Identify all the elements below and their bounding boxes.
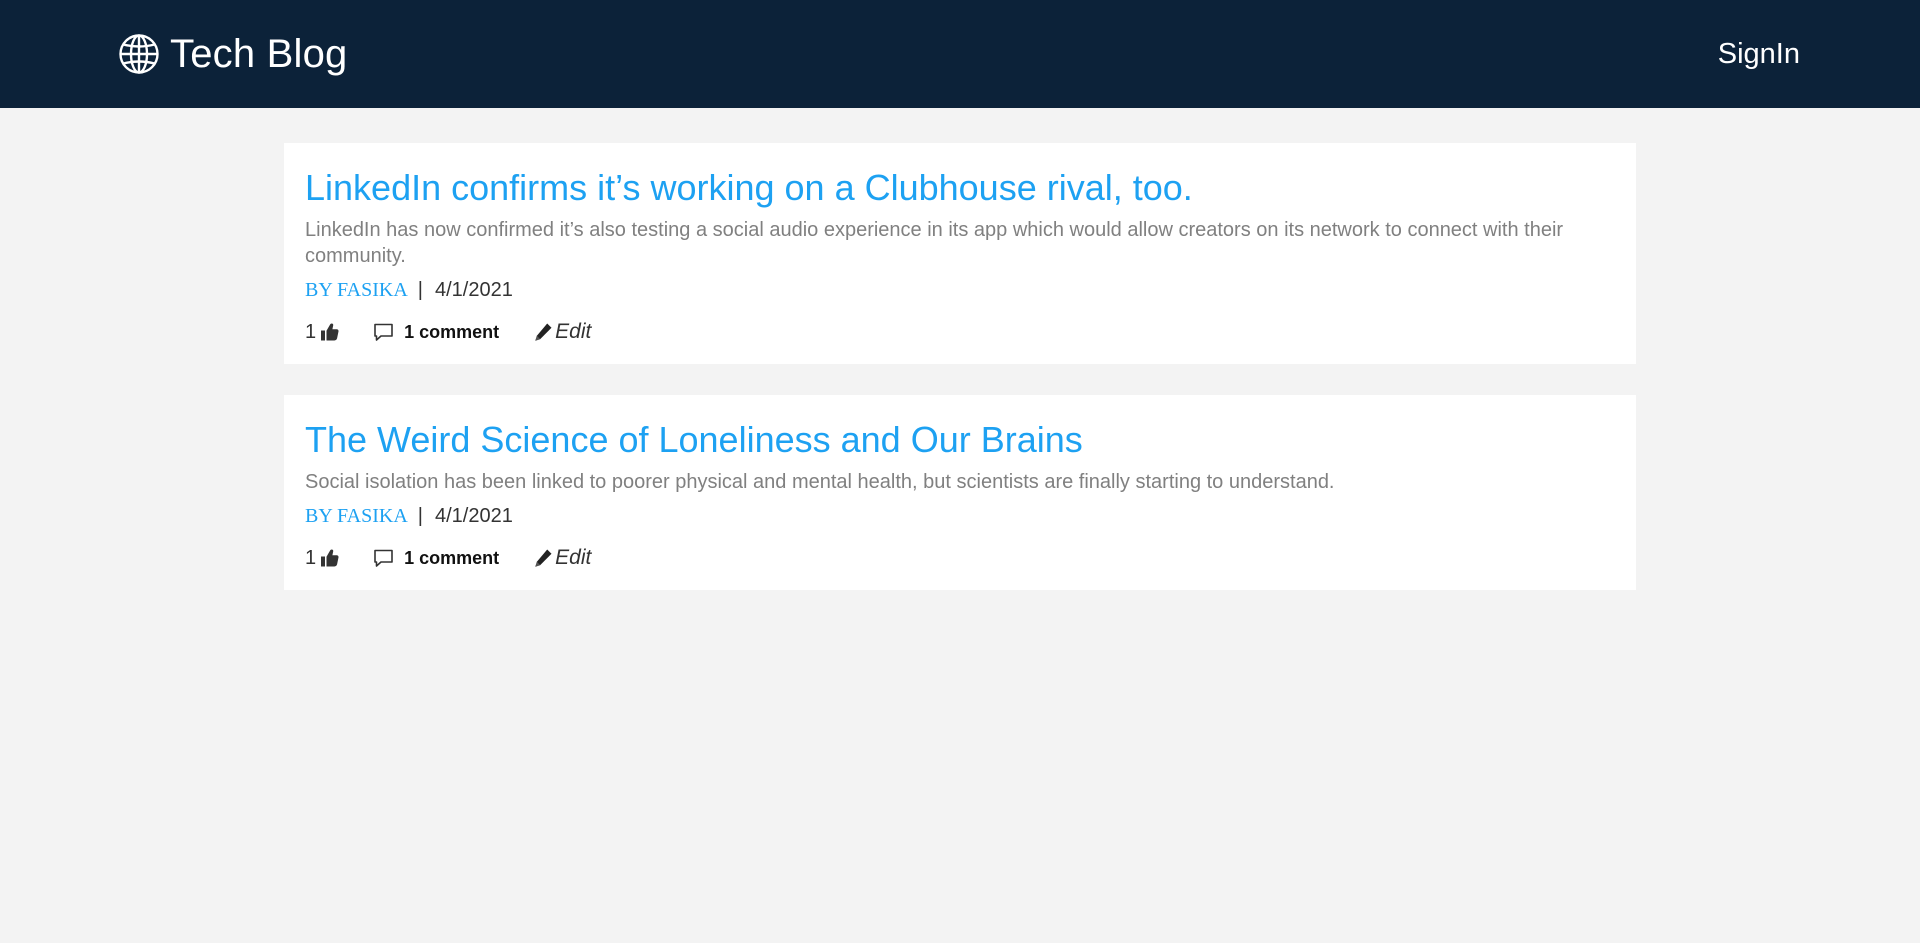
pencil-icon (533, 548, 553, 568)
post-excerpt: Social isolation has been linked to poor… (305, 471, 1335, 493)
post-excerpt: LinkedIn has now confirmed it’s also tes… (305, 219, 1564, 267)
brand-link[interactable]: Tech Blog (118, 30, 347, 78)
edit-button[interactable]: Edit (533, 320, 591, 344)
post-date: 4/1/2021 (435, 505, 513, 527)
post-title[interactable]: The Weird Science of Loneliness and Our … (305, 417, 1083, 463)
like-button[interactable]: 1 (305, 321, 339, 344)
meta-separator: | (417, 279, 423, 301)
post-author[interactable]: BY FASIKA (305, 503, 408, 529)
thumbs-up-icon (320, 322, 339, 342)
pencil-icon (533, 322, 553, 342)
comment-count: 1 comment (404, 547, 500, 568)
post-meta: BY FASIKA | 4/1/2021 (305, 277, 1615, 303)
thumbs-up-icon (320, 548, 339, 568)
comment-icon (373, 548, 394, 568)
signin-link[interactable]: SignIn (1718, 38, 1800, 71)
comments-link[interactable]: 1 comment (373, 322, 499, 343)
post-card: The Weird Science of Loneliness and Our … (284, 395, 1636, 590)
post-list: LinkedIn confirms it’s working on a Club… (284, 143, 1636, 621)
post-card: LinkedIn confirms it’s working on a Club… (284, 143, 1636, 364)
brand-title: Tech Blog (170, 32, 348, 76)
navbar: Tech Blog SignIn (0, 0, 1920, 108)
post-actions: 1 1 comment Edit (305, 320, 1615, 344)
edit-label: Edit (555, 546, 592, 569)
post-date: 4/1/2021 (435, 279, 513, 301)
like-count: 1 (305, 546, 317, 569)
edit-button[interactable]: Edit (533, 546, 591, 570)
comments-link[interactable]: 1 comment (373, 548, 499, 569)
post-meta: BY FASIKA | 4/1/2021 (305, 503, 1615, 529)
post-actions: 1 1 comment Edit (305, 546, 1615, 570)
comment-icon (373, 322, 394, 342)
post-title[interactable]: LinkedIn confirms it’s working on a Club… (305, 165, 1193, 211)
like-count: 1 (305, 320, 317, 343)
comment-count: 1 comment (404, 321, 500, 342)
post-author[interactable]: BY FASIKA (305, 277, 408, 303)
edit-label: Edit (555, 320, 592, 343)
globe-icon (118, 33, 160, 75)
meta-separator: | (417, 505, 423, 527)
like-button[interactable]: 1 (305, 547, 339, 570)
